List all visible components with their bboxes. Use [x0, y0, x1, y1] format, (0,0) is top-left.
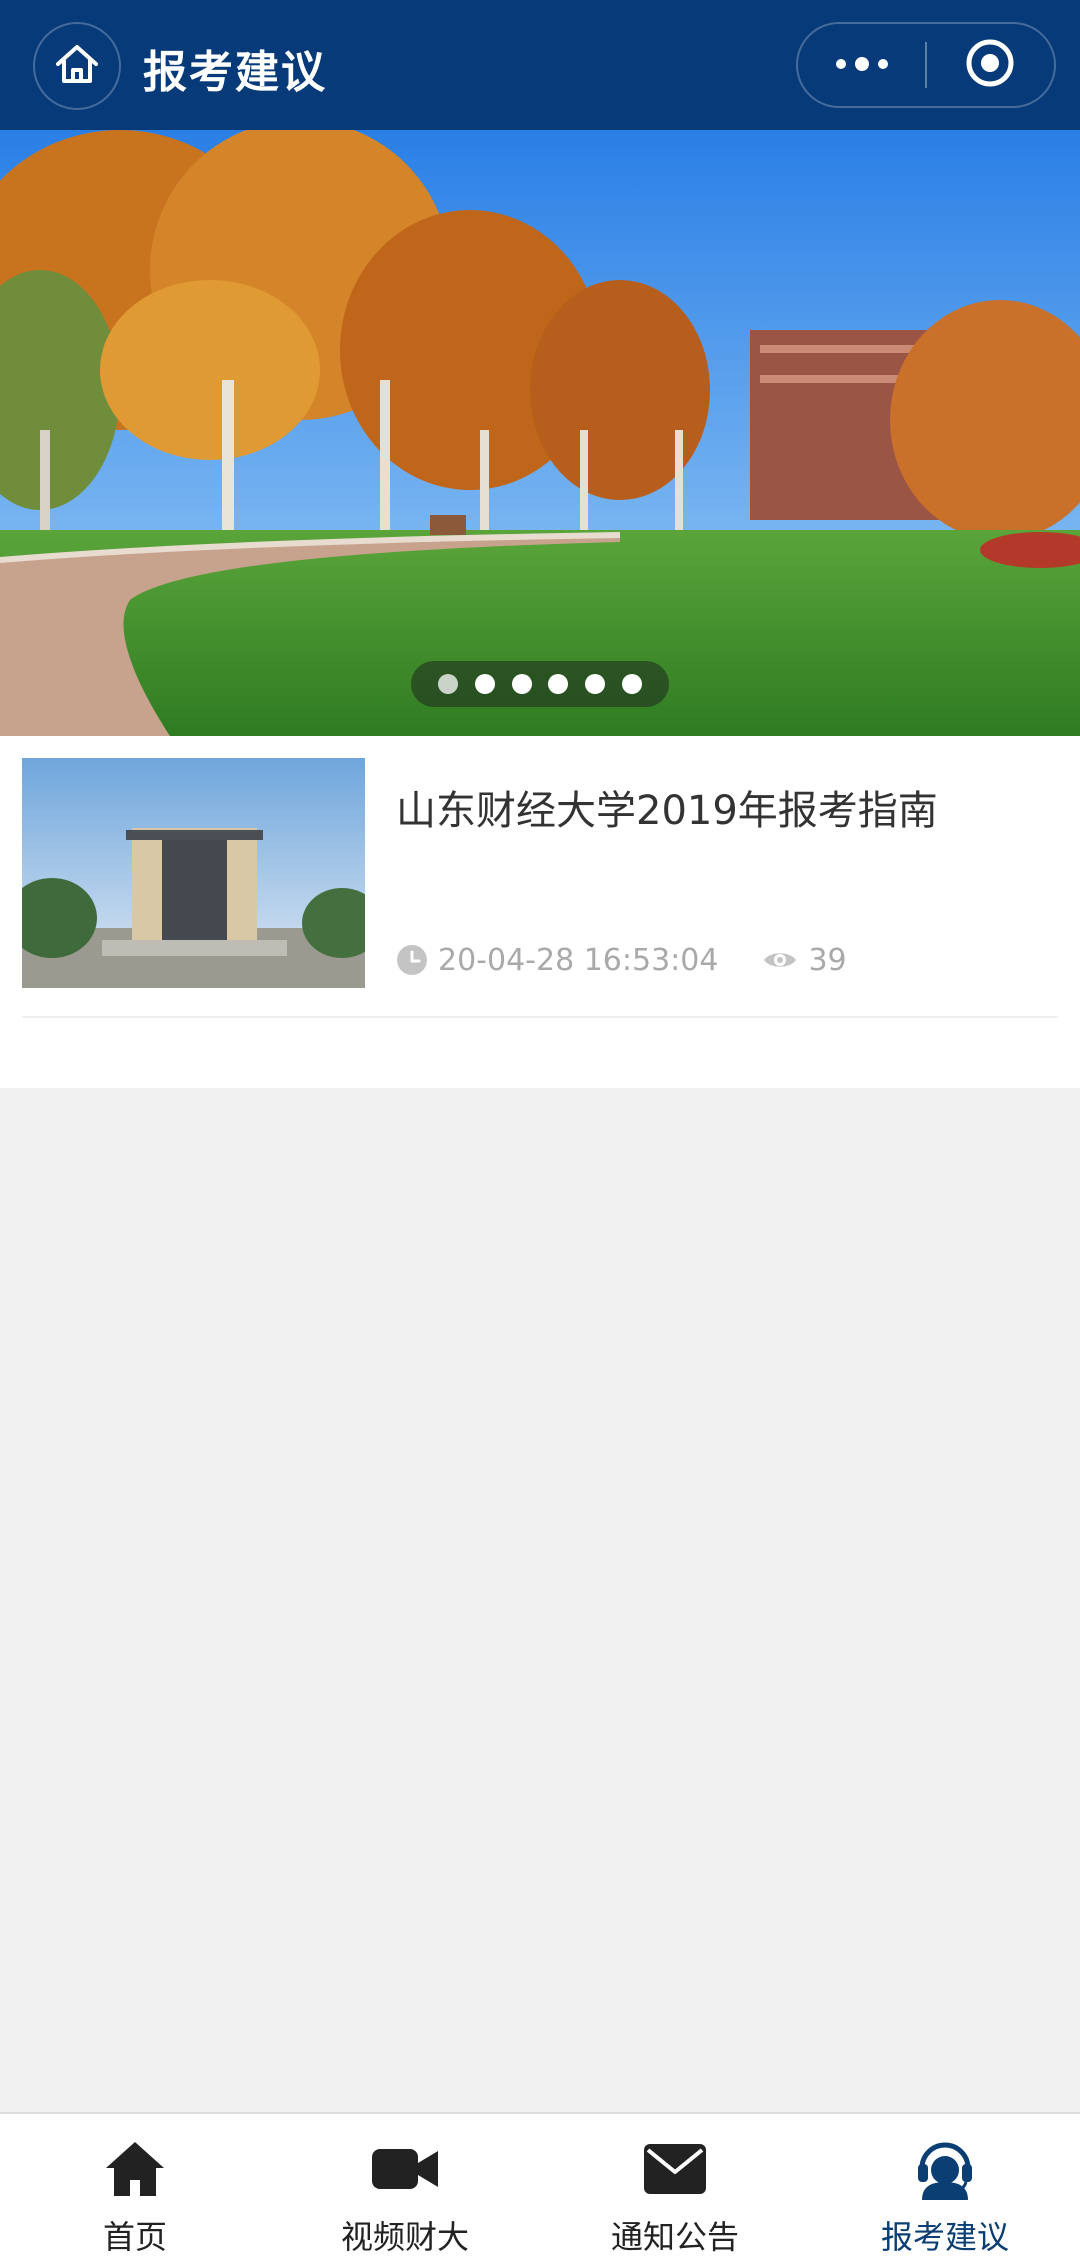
- carousel-dot[interactable]: [474, 674, 495, 694]
- nav-header: 报考建议: [0, 0, 1080, 130]
- article-date: 20-04-28 16:53:04: [438, 942, 719, 978]
- envelope-icon: [644, 2136, 706, 2202]
- tab-label: 视频财大: [340, 2218, 469, 2256]
- target-circle-icon: [964, 37, 1016, 93]
- home-icon: [104, 2136, 166, 2202]
- tab-label: 报考建议: [880, 2218, 1009, 2256]
- article-meta: 20-04-28 16:53:04 39: [396, 940, 847, 980]
- headset-agent-icon: [914, 2136, 976, 2202]
- carousel-dot[interactable]: [548, 674, 569, 694]
- carousel-dot[interactable]: [585, 674, 606, 694]
- tab-label: 通知公告: [610, 2218, 739, 2256]
- carousel-dot[interactable]: [511, 674, 532, 694]
- article-list: 山东财经大学2019年报考指南 20-04-28 16:53:04 39: [0, 736, 1080, 1088]
- list-item[interactable]: 山东财经大学2019年报考指南 20-04-28 16:53:04 39: [22, 758, 1058, 1018]
- tab-label: 首页: [102, 2218, 167, 2256]
- tab-notices[interactable]: 通知公告: [540, 2114, 810, 2266]
- tab-admission-advice[interactable]: 报考建议: [810, 2114, 1080, 2266]
- carousel-dot[interactable]: [437, 674, 458, 694]
- carousel-indicator: [411, 661, 669, 707]
- banner-image: [0, 130, 1080, 736]
- banner-carousel[interactable]: [0, 130, 1080, 736]
- home-icon: [54, 42, 100, 90]
- more-button[interactable]: [798, 24, 925, 106]
- eye-icon: [762, 948, 798, 972]
- carousel-dot[interactable]: [622, 674, 643, 694]
- clock-icon: [396, 944, 428, 976]
- video-camera-icon: [372, 2136, 438, 2202]
- mini-program-capsule: [796, 22, 1056, 108]
- more-dots-icon: [834, 56, 890, 75]
- home-button[interactable]: [33, 22, 121, 110]
- page-title: 报考建议: [143, 47, 327, 98]
- article-title: 山东财经大学2019年报考指南: [396, 788, 938, 834]
- view-count-value: 39: [808, 942, 847, 978]
- article-thumbnail: [22, 758, 365, 988]
- view-count: 39: [762, 942, 847, 978]
- app-root: 报考建议 山东财经大学2019年报考指南 20-04-28 16:53:04 3…: [0, 0, 1080, 2266]
- tab-video[interactable]: 视频财大: [270, 2114, 540, 2266]
- bottom-tab-bar: 首页 视频财大 通知公告 报考建议: [0, 2112, 1080, 2266]
- close-miniprogram-button[interactable]: [927, 24, 1054, 106]
- tab-home[interactable]: 首页: [0, 2114, 270, 2266]
